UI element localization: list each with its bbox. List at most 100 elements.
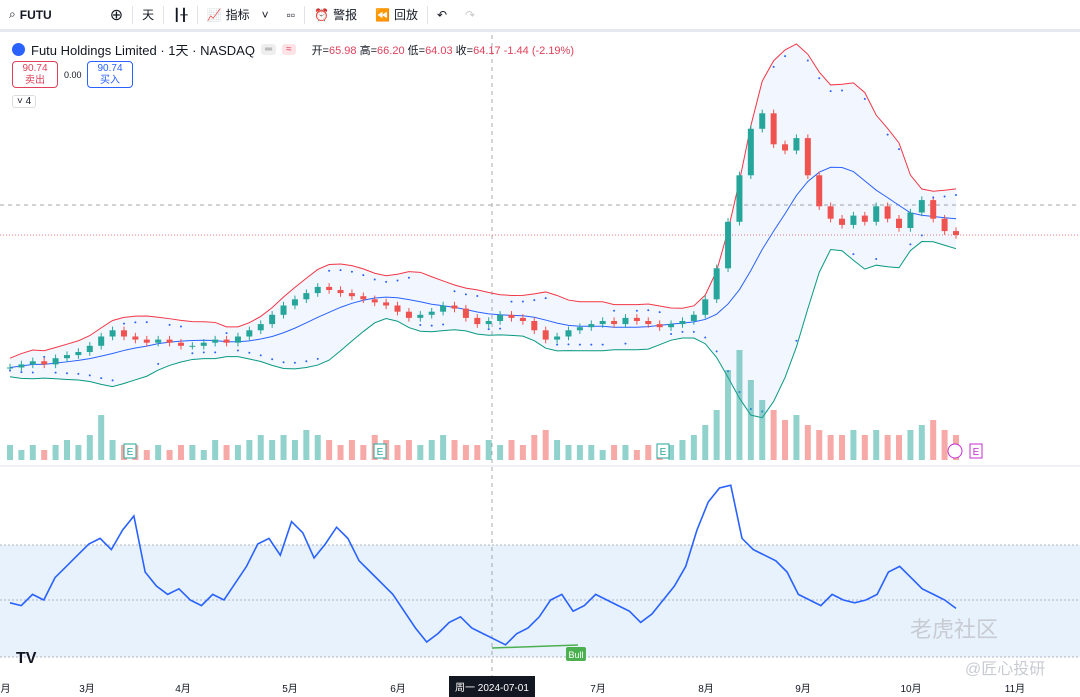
candle (519, 317, 526, 321)
candle (668, 324, 675, 328)
sar-dot (818, 77, 821, 80)
sar-dot (271, 358, 274, 361)
sar-dot (419, 324, 422, 327)
candle (918, 200, 925, 213)
volume-bar (7, 445, 13, 460)
sar-dot (590, 343, 593, 346)
sar-dot (259, 354, 262, 357)
candle (41, 361, 48, 365)
sar-dot (909, 243, 912, 246)
sar-dot (510, 300, 513, 303)
futu-logo-icon (12, 43, 25, 56)
candle (656, 324, 663, 328)
spread-value: 0.00 (64, 70, 82, 80)
candle (7, 367, 13, 369)
sar-dot (65, 372, 68, 375)
sar-dot (578, 343, 581, 346)
candle (690, 314, 697, 321)
candle (314, 286, 321, 294)
volume-bar (269, 440, 276, 460)
candle (884, 206, 891, 219)
dividend-lightning-icon (947, 443, 963, 459)
candle (462, 308, 469, 318)
sar-dot (179, 325, 182, 328)
candle (953, 231, 959, 235)
candle (759, 113, 766, 129)
candle (280, 305, 287, 315)
volume-bar (280, 435, 287, 460)
sar-dot (407, 276, 410, 279)
candle (257, 324, 264, 331)
collapse-indicators-button[interactable]: ˅ 4 (12, 95, 37, 108)
volume-bar (759, 400, 766, 460)
volume-bar (337, 445, 344, 460)
volume-bar (884, 435, 891, 460)
volume-bar (63, 440, 70, 460)
sar-dot (168, 323, 171, 326)
sar-dot (487, 328, 490, 331)
buy-button[interactable]: 90.74 买入 (87, 61, 133, 88)
hide-button[interactable]: ═ (260, 44, 277, 55)
candle (371, 299, 378, 303)
volume-bar (736, 350, 743, 460)
volume-bar (747, 380, 754, 460)
price-chart[interactable]: E E E E Bull (0, 0, 1080, 692)
candle (212, 339, 219, 343)
candle (770, 113, 777, 145)
volume-bar (713, 410, 720, 460)
chart-legend: Futu Holdings Limited · 1天 · NASDAQ ═ ≈ 开… (12, 40, 574, 59)
candle (702, 299, 709, 315)
volume-bar (645, 445, 652, 460)
candle (816, 175, 823, 207)
sar-dot (898, 148, 901, 151)
time-axis-label: 5月 (282, 684, 298, 695)
sar-dot (430, 324, 433, 327)
earnings-label: E (973, 447, 980, 458)
sar-dot (784, 55, 787, 58)
volume-bar (451, 440, 458, 460)
candle (861, 215, 868, 222)
earnings-label: E (127, 447, 134, 458)
candle (508, 314, 515, 318)
volume-bar (622, 445, 629, 460)
candle (839, 218, 846, 225)
candle (941, 218, 948, 232)
candle (326, 286, 333, 290)
volume-bar (143, 450, 150, 460)
candle (18, 364, 25, 368)
compare-button[interactable]: ≈ (282, 44, 296, 55)
candle (451, 305, 458, 309)
sar-dot (943, 195, 946, 198)
sar-dot (692, 330, 695, 333)
volume-bar (212, 440, 219, 460)
sar-dot (852, 253, 855, 256)
sar-dot (88, 374, 91, 377)
candle (474, 317, 481, 325)
volume-bar (554, 440, 561, 460)
candle (611, 320, 618, 325)
candle (679, 320, 686, 325)
volume-bar (930, 420, 937, 460)
sar-dot (841, 89, 844, 92)
volume-bar (611, 445, 618, 460)
sar-dot (362, 274, 365, 277)
sar-dot (9, 369, 11, 372)
candle (360, 296, 367, 300)
volume-bar (462, 445, 469, 460)
candle (440, 305, 447, 312)
volume-bar (223, 445, 230, 460)
candle (554, 336, 561, 340)
candle (166, 339, 173, 343)
candle (132, 336, 139, 340)
sar-dot (248, 351, 251, 354)
sar-dot (521, 300, 524, 303)
volume-bar (679, 440, 686, 460)
candle (120, 330, 127, 337)
candle (63, 355, 70, 359)
sar-dot (145, 321, 148, 324)
sar-dot (704, 336, 707, 339)
candle (405, 311, 412, 318)
sar-dot (476, 295, 479, 298)
watermark-secondary: @匠心投研 (965, 661, 1046, 678)
sell-button[interactable]: 90.74 卖出 (12, 61, 58, 88)
